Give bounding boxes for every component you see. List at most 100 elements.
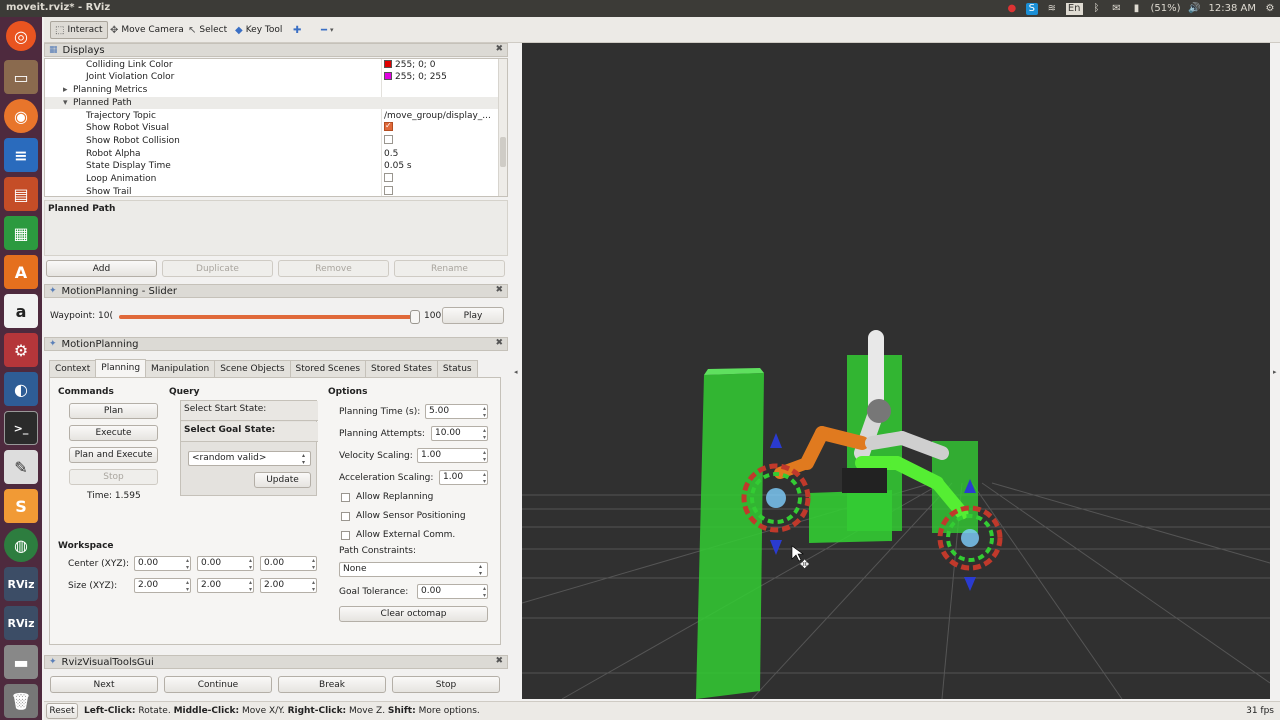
start-state-row[interactable]: Select Start State: — [181, 401, 318, 421]
tree-row[interactable]: Show Trail — [45, 186, 500, 196]
select-tool-button[interactable]: ↖ Select — [184, 21, 231, 39]
play-button[interactable]: Play — [442, 307, 504, 324]
color-swatch[interactable] — [384, 72, 392, 80]
center-x-spinbox[interactable]: 0.00 — [134, 556, 191, 571]
tab-status[interactable]: Status — [436, 360, 478, 378]
planning-time-spinbox[interactable]: 5.00 — [425, 404, 488, 419]
tab-stored-scenes[interactable]: Stored Scenes — [289, 360, 367, 378]
clock[interactable]: 12:38 AM — [1209, 3, 1256, 14]
tree-row[interactable]: State Display Time 0.05 s — [45, 160, 500, 172]
next-button[interactable]: Next — [50, 676, 158, 693]
allow-replanning-checkbox[interactable] — [341, 492, 350, 502]
software-center-icon[interactable]: A — [4, 255, 38, 289]
planning-attempts-spinbox[interactable]: 10.00 — [431, 426, 488, 441]
disk-icon[interactable]: ▬ — [4, 645, 38, 679]
files-icon[interactable]: ▭ — [4, 60, 38, 94]
settings-gear-icon[interactable]: ⚙ — [1264, 3, 1276, 15]
tab-manipulation[interactable]: Manipulation — [145, 360, 216, 378]
tree-row-value[interactable]: 0.5 — [384, 148, 398, 160]
rviz-icon[interactable]: RViz — [4, 567, 38, 601]
duplicate-display-button[interactable]: Duplicate — [162, 260, 273, 277]
scrollbar-thumb[interactable] — [500, 137, 506, 167]
allow-sensor-option[interactable]: Allow Sensor Positioning — [341, 511, 466, 521]
collapse-right-icon[interactable]: ▸ — [1273, 368, 1277, 376]
writer-icon[interactable]: ≡ — [4, 138, 38, 172]
collapse-arrow-icon[interactable]: ▾ — [63, 97, 68, 109]
center-y-spinbox[interactable]: 0.00 — [197, 556, 254, 571]
terminal-icon[interactable]: >_ — [4, 411, 38, 445]
add-display-button[interactable]: Add — [46, 260, 157, 277]
rvtg-stop-button[interactable]: Stop — [392, 676, 500, 693]
keyboard-layout-icon[interactable]: En — [1065, 2, 1083, 15]
globe-icon[interactable]: ◍ — [4, 528, 38, 562]
tree-row[interactable]: Robot Alpha 0.5 — [45, 148, 500, 160]
mail-icon[interactable]: ✉ — [1111, 3, 1123, 15]
acceleration-scaling-spinbox[interactable]: 1.00 — [439, 470, 488, 485]
show-robot-visual-checkbox[interactable] — [384, 120, 393, 132]
goal-state-combo[interactable]: <random valid> — [188, 451, 311, 466]
goal-state-row[interactable]: Select Goal State: — [181, 422, 318, 442]
size-y-spinbox[interactable]: 2.00 — [197, 578, 254, 593]
remove-tool-button[interactable]: ━ ▾ — [317, 21, 338, 39]
system-settings-icon[interactable]: ⚙ — [4, 333, 38, 367]
amazon-icon[interactable]: a — [4, 294, 38, 328]
tree-row[interactable]: Joint Violation Color 255; 0; 255 — [45, 71, 500, 83]
interact-tool-button[interactable]: ⬚ Interact — [50, 21, 108, 39]
size-z-spinbox[interactable]: 2.00 — [260, 578, 317, 593]
execute-button[interactable]: Execute — [69, 425, 158, 441]
close-icon[interactable]: ✖ — [495, 44, 503, 54]
allow-external-option[interactable]: Allow External Comm. — [341, 530, 455, 540]
tree-row[interactable]: Colliding Link Color 255; 0; 0 — [45, 59, 500, 71]
tree-row[interactable]: ▸ Planning Metrics — [45, 84, 500, 96]
color-swatch[interactable] — [384, 60, 392, 68]
tree-scrollbar[interactable] — [498, 59, 507, 196]
close-icon[interactable]: ✖ — [495, 285, 503, 295]
allow-external-checkbox[interactable] — [341, 530, 350, 540]
collapse-left-icon[interactable]: ◂ — [514, 368, 518, 376]
path-constraints-combo[interactable]: None — [339, 562, 488, 577]
tab-scene-objects[interactable]: Scene Objects — [214, 360, 291, 378]
wifi-icon[interactable]: ≋ — [1046, 3, 1058, 15]
close-icon[interactable]: ✖ — [495, 656, 503, 666]
waypoint-slider-track[interactable] — [119, 315, 415, 319]
remove-display-button[interactable]: Remove — [278, 260, 389, 277]
battery-icon[interactable]: ▮ — [1131, 3, 1143, 15]
sublime-icon[interactable]: S — [4, 489, 38, 523]
allow-sensor-checkbox[interactable] — [341, 511, 350, 521]
goal-tolerance-spinbox[interactable]: 0.00 — [417, 584, 488, 599]
tree-row-value[interactable]: 0.05 s — [384, 160, 412, 172]
rename-display-button[interactable]: Rename — [394, 260, 505, 277]
waypoint-slider-handle[interactable] — [410, 310, 420, 324]
reset-button[interactable]: Reset — [46, 703, 78, 719]
tab-context[interactable]: Context — [49, 360, 97, 378]
rviz-icon-2[interactable]: RViz — [4, 606, 38, 640]
tree-row[interactable]: Show Robot Collision — [45, 135, 500, 147]
center-z-spinbox[interactable]: 0.00 — [260, 556, 317, 571]
firefox-icon[interactable]: ◉ — [4, 99, 38, 133]
size-x-spinbox[interactable]: 2.00 — [134, 578, 191, 593]
plan-and-execute-button[interactable]: Plan and Execute — [69, 447, 158, 463]
skype-icon[interactable]: S — [1025, 2, 1038, 15]
app-icon[interactable]: ◐ — [4, 372, 38, 406]
show-robot-collision-checkbox[interactable] — [384, 135, 393, 144]
close-icon[interactable]: ✖ — [495, 338, 503, 348]
tree-row[interactable]: Loop Animation — [45, 173, 500, 185]
tab-planning[interactable]: Planning — [95, 359, 147, 378]
continue-button[interactable]: Continue — [164, 676, 272, 693]
tree-row[interactable]: ▾ Planned Path — [45, 97, 500, 109]
impress-icon[interactable]: ▤ — [4, 177, 38, 211]
volume-icon[interactable]: 🔊 — [1188, 3, 1200, 15]
trash-icon[interactable]: 🗑 — [4, 684, 38, 718]
calc-icon[interactable]: ▦ — [4, 216, 38, 250]
plan-button[interactable]: Plan — [69, 403, 158, 419]
allow-replanning-option[interactable]: Allow Replanning — [341, 492, 433, 502]
tree-row-value[interactable]: /move_group/display_... — [384, 110, 491, 122]
update-button[interactable]: Update — [254, 472, 311, 488]
loop-animation-checkbox[interactable] — [384, 173, 393, 182]
3d-render-viewport[interactable]: ✥ — [522, 43, 1270, 699]
clear-octomap-button[interactable]: Clear octomap — [339, 606, 488, 622]
move-camera-tool-button[interactable]: ✥ Move Camera — [106, 21, 188, 39]
tab-stored-states[interactable]: Stored States — [365, 360, 438, 378]
velocity-scaling-spinbox[interactable]: 1.00 — [417, 448, 488, 463]
ubuntu-dash-icon[interactable]: ◎ — [6, 21, 36, 51]
